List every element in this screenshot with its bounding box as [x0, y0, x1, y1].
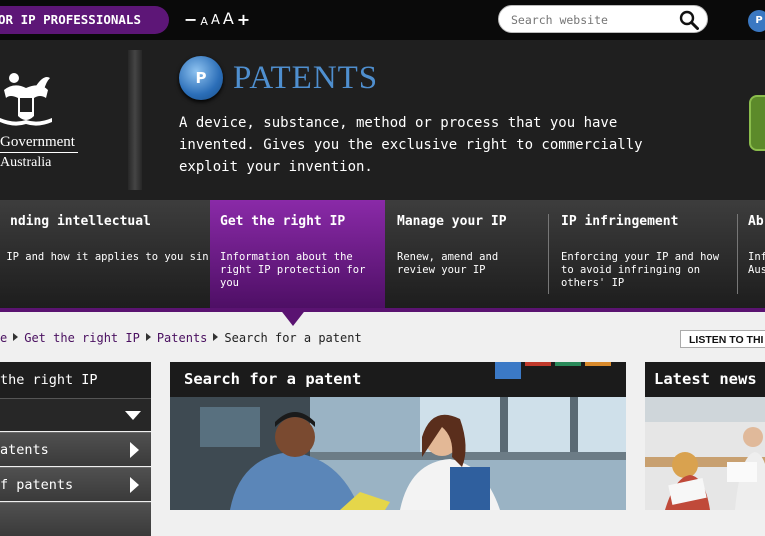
nav-item-title: Get the right IP — [220, 214, 346, 229]
hero-description: A device, substance, method or process t… — [179, 115, 643, 175]
text-size-controls: − A A A + — [184, 8, 250, 28]
page-title: PATENTS — [233, 60, 379, 96]
nav-item-title: nding intellectual — [10, 214, 151, 229]
breadcrumb-current: Search for a patent — [224, 331, 362, 345]
feedback-tab[interactable] — [749, 95, 765, 151]
hero-divider — [128, 50, 142, 190]
nav-underline — [0, 308, 765, 312]
nav-item-ip-infringement[interactable]: IP infringement Enforcing your IP and ho… — [551, 200, 736, 308]
nav-item-desc: Inf Aus — [748, 251, 765, 276]
search-box — [498, 5, 708, 33]
nav-item-title: Manage your IP — [397, 214, 507, 229]
breadcrumb-arrow-icon — [145, 333, 151, 341]
logo-divider — [0, 152, 78, 153]
nav-item-understanding-ip[interactable]: nding intellectual IP and how it applies… — [0, 200, 209, 308]
sidebar-item-types-of-patents[interactable]: f patents — [0, 467, 151, 501]
news-title: Latest news — [654, 370, 757, 388]
nav-item-get-the-right-ip[interactable]: Get the right IP Information about the r… — [210, 200, 385, 308]
nav-item-desc: Renew, amend and review your IP — [397, 251, 499, 276]
nav-item-title: IP infringement — [561, 214, 679, 229]
nav-item-title: Ab — [748, 214, 764, 229]
decrease-text-button[interactable]: − — [184, 12, 197, 28]
text-size-small[interactable]: A — [200, 15, 208, 28]
government-label: Government — [0, 134, 75, 150]
search-input[interactable] — [509, 10, 673, 30]
sidebar-item-next[interactable] — [0, 502, 151, 536]
news-photo[interactable] — [645, 397, 765, 510]
chevron-right-icon — [130, 442, 139, 458]
patents-mini-icon[interactable]: P — [748, 10, 765, 32]
search-icon[interactable] — [679, 10, 699, 30]
nav-item-desc: Information about the right IP protectio… — [220, 251, 366, 289]
orange-tab[interactable] — [585, 362, 611, 366]
text-size-medium[interactable]: A — [211, 13, 220, 28]
green-tab[interactable] — [555, 362, 581, 366]
active-nav-pointer — [279, 308, 307, 326]
listen-button[interactable]: LISTEN TO THI — [680, 330, 765, 348]
coat-of-arms-icon — [0, 73, 52, 126]
sidebar-dropdown[interactable] — [0, 398, 151, 431]
nav-item-desc: IP and how it applies to you siness — [0, 251, 209, 263]
breadcrumb-home[interactable]: e — [0, 331, 7, 345]
breadcrumb-get-the-right-ip[interactable]: Get the right IP — [24, 331, 140, 345]
nav-item-manage-your-ip[interactable]: Manage your IP Renew, amend and review y… — [387, 200, 547, 308]
patents-icon-letter: P — [195, 69, 207, 87]
australia-label: Australia — [0, 155, 52, 170]
sidebar-item-label: f patents — [0, 477, 74, 493]
chevron-down-icon — [125, 411, 141, 420]
panel-title: Search for a patent — [184, 370, 362, 388]
feature-photo — [170, 397, 626, 510]
nav-separator — [548, 214, 549, 294]
nav-item-about[interactable]: Ab Inf Aus — [738, 200, 765, 308]
sidebar-heading[interactable]: the right IP — [0, 362, 151, 398]
sidebar-item-patents[interactable]: atents — [0, 432, 151, 466]
text-size-large[interactable]: A — [223, 9, 234, 28]
breadcrumb-arrow-icon — [213, 333, 219, 341]
blue-tab[interactable] — [495, 362, 521, 379]
patents-icon: P — [179, 56, 223, 100]
nav-item-desc: Enforcing your IP and how to avoid infri… — [561, 251, 720, 289]
breadcrumb: e Get the right IP Patents Search for a pat… — [0, 331, 362, 345]
increase-text-button[interactable]: + — [237, 12, 250, 28]
chevron-right-icon — [130, 477, 139, 493]
for-ip-professionals-tab[interactable]: OR IP PROFESSIONALS — [0, 6, 169, 34]
breadcrumb-arrow-icon — [13, 333, 19, 341]
breadcrumb-patents[interactable]: Patents — [157, 331, 208, 345]
red-tab[interactable] — [525, 362, 551, 366]
sidebar-item-label: atents — [0, 442, 49, 458]
